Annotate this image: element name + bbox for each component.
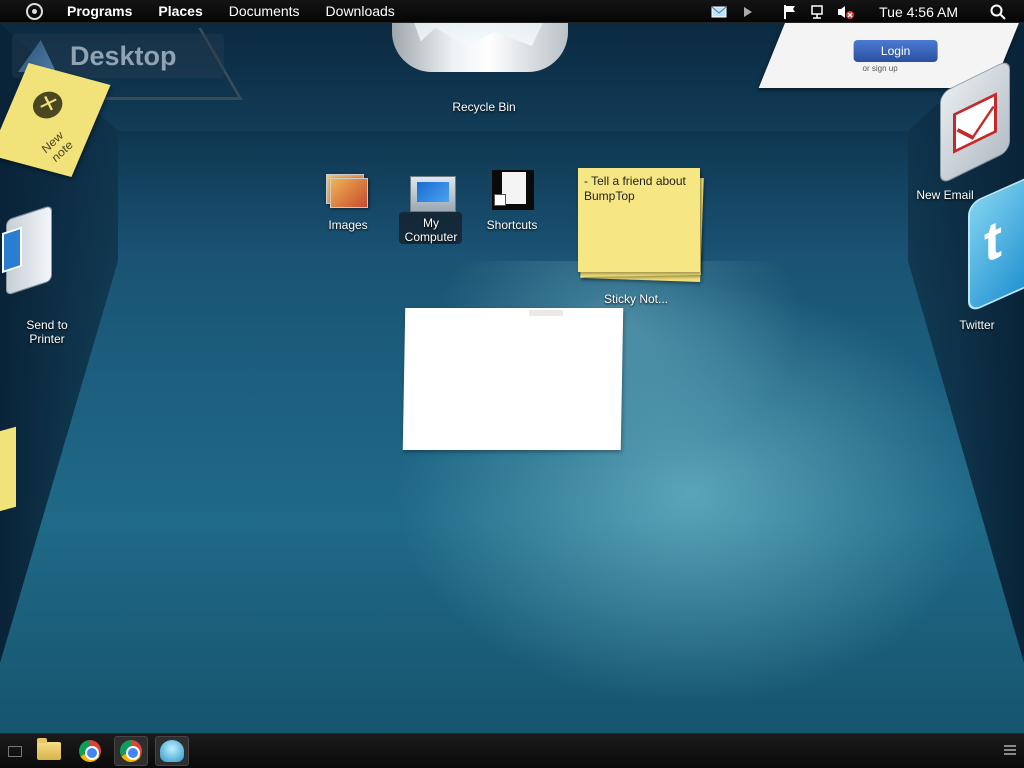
signup-link[interactable]: or sign up: [863, 64, 898, 73]
menu-documents[interactable]: Documents: [229, 3, 300, 19]
play-arrow-icon[interactable]: [739, 4, 757, 20]
clock[interactable]: Tue 4:56 AM: [879, 4, 958, 20]
twitter-label: Twitter: [959, 318, 995, 332]
menu-icon[interactable]: [1004, 745, 1016, 755]
system-tray: Tue 4:56 AM: [711, 0, 1024, 23]
shortcuts-label: Shortcuts: [486, 218, 538, 232]
network-icon[interactable]: [809, 4, 827, 20]
menu-programs[interactable]: Programs: [67, 3, 132, 19]
file-manager-icon[interactable]: [32, 736, 66, 766]
main-menu-icon[interactable]: [26, 2, 43, 20]
login-button[interactable]: Login: [853, 40, 938, 62]
chrome-icon[interactable]: [73, 736, 107, 766]
send-to-printer-label: Send to Printer: [26, 318, 68, 346]
new-email-label: New Email: [916, 188, 974, 202]
volume-muted-icon[interactable]: [837, 4, 855, 20]
images-label: Images: [328, 218, 368, 232]
shortcuts-folder-icon[interactable]: [492, 170, 534, 210]
flag-icon[interactable]: [781, 4, 799, 20]
partial-note[interactable]: [0, 426, 16, 514]
menu-downloads[interactable]: Downloads: [326, 3, 395, 19]
images-folder-icon[interactable]: [326, 174, 370, 210]
sticky-notes-label: Sticky Not...: [603, 292, 668, 306]
blank-document[interactable]: [402, 308, 624, 450]
taskbar: [0, 733, 1024, 768]
messenger-icon[interactable]: [711, 4, 729, 20]
bumptop-icon[interactable]: [155, 736, 189, 766]
chrome-icon[interactable]: [114, 736, 148, 766]
menu-places[interactable]: Places: [158, 3, 202, 19]
sticky-note-text[interactable]: - Tell a friend about BumpTop: [584, 174, 700, 204]
my-computer-label: My Computer: [404, 216, 458, 244]
search-icon[interactable]: [990, 4, 1006, 20]
recycle-bin-label: Recycle Bin: [452, 100, 516, 114]
terminal-icon[interactable]: [8, 745, 22, 757]
close-icon[interactable]: ✕: [28, 88, 67, 122]
top-panel: Programs Places Documents Downloads Tue …: [0, 0, 1024, 23]
my-computer-icon[interactable]: [410, 176, 456, 212]
